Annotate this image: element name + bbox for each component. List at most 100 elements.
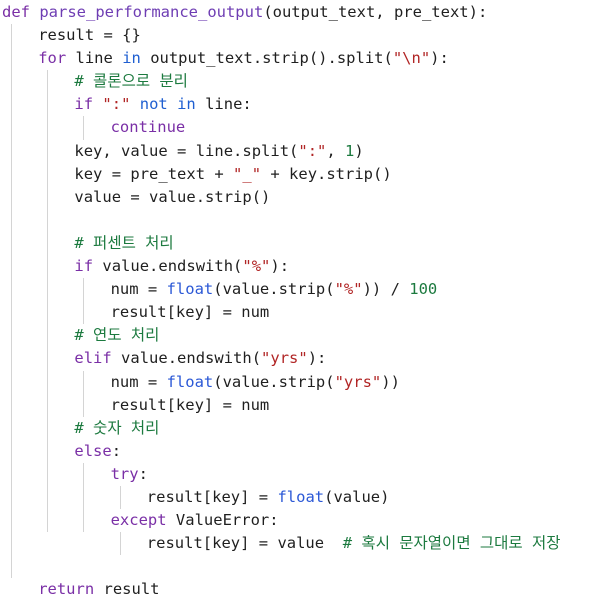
code-line: result[key] = float(value) [0,485,610,510]
indent-guide [11,370,12,394]
code-token: "yrs" [261,349,308,368]
indent-guide [83,462,85,486]
code-token: result [94,580,160,599]
code-text: num = float(value.strip("yrs")) [111,371,400,394]
code-token: (output_text, pre_text): [263,3,488,21]
code-line: if ":" not in line: [0,93,610,117]
code-token: continue [110,118,186,137]
code-token: return [38,580,95,599]
code-token: line: [195,95,252,114]
code-token: value.endswith( [111,349,262,368]
code-token: ":" [102,95,131,114]
code-line [0,555,610,579]
code-line: else: [0,439,610,463]
indent-guide [11,70,12,94]
indent-guide [47,278,49,302]
code-token: float [166,372,214,391]
indent-guide [11,93,12,117]
code-token: in [122,49,141,68]
code-text: # 콜론으로 분리 [74,70,188,93]
code-text: num = float(value.strip("%")) / 100 [111,278,438,301]
code-text: result[key] = value # 혹시 문자열이면 그대로 저장 [147,532,561,555]
code-line: elif value.endswith("yrs"): [0,347,610,371]
code-token: key, value = line.split( [74,141,299,160]
code-token: output_text.strip().split( [140,49,393,68]
code-line: num = float(value.strip("yrs")) [0,370,610,394]
code-text: def parse_performance_output(output_text… [2,1,487,24]
code-token: else [74,441,112,460]
code-token: num = [110,372,167,391]
code-line: result[key] = value # 혹시 문자열이면 그대로 저장 [0,532,610,556]
indent-guide [11,208,12,232]
code-token: # 콜론으로 분리 [74,72,188,91]
code-token: )) [381,372,400,391]
code-token: try [110,464,139,483]
code-line: return result [0,578,610,601]
code-line: if value.endswith("%"): [0,255,610,279]
indent-guide [47,347,49,371]
code-text: else: [74,440,121,463]
indent-guide [11,231,12,256]
indent-guide [47,324,49,348]
code-token: value = value.strip() [74,187,271,206]
code-line: # 콜론으로 분리 [0,70,610,94]
indent-guide [11,139,12,163]
code-text: key = pre_text + "_" + key.strip() [74,163,391,186]
indent-guide [47,116,49,140]
code-token: float [166,280,214,299]
code-line: # 숫자 처리 [0,416,610,440]
code-token: parse_performance_output [39,3,264,21]
code-token: (value.strip( [213,372,335,391]
indent-guide [47,485,49,510]
code-token: "yrs" [334,372,382,391]
indent-guide [11,347,12,371]
indent-guide [47,70,49,94]
code-token: result[key] = value [146,534,343,553]
code-token: ) [354,141,364,160]
code-line: key = pre_text + "_" + key.strip() [0,162,610,186]
code-token: def [2,3,30,21]
indent-guide [119,532,121,556]
code-editor[interactable]: def parse_performance_output(output_text… [0,0,610,607]
code-token: )) / [362,280,410,299]
indent-guide [11,462,12,486]
indent-guide [11,509,12,533]
code-line: # 연도 처리 [0,324,610,348]
code-line: value = value.strip() [0,185,610,209]
code-token: (value.strip( [213,280,335,299]
code-token: (value) [324,487,390,506]
indent-guide [47,255,49,279]
code-text: key, value = line.split(":", 1) [74,140,363,163]
code-token: # 연도 처리 [74,326,160,345]
code-line: # 퍼센트 처리 [0,231,610,256]
indent-guide [83,393,85,417]
code-line: key, value = line.split(":", 1) [0,139,610,163]
code-line: for line in output_text.strip().split("\… [0,47,610,71]
code-token: "%" [242,257,271,276]
indent-guide [47,439,49,463]
indent-guide [47,139,49,163]
indent-guide [11,301,12,325]
code-token: result[key] = [146,487,278,506]
code-text: result[key] = num [111,301,270,324]
code-token: ): [307,349,327,368]
code-token: result[key] = num [110,395,270,414]
indent-guide [47,301,49,325]
code-token: num = [110,280,167,299]
code-token: float [277,487,325,506]
indent-guide [11,555,12,579]
code-line: result = {} [0,24,610,48]
indent-guide [83,278,85,302]
code-token: 100 [409,280,438,299]
indent-guide [47,416,49,440]
code-text: for line in output_text.strip().split("\… [38,47,449,70]
code-token: in [177,95,196,114]
indent-guide [11,116,12,140]
code-token: result[key] = num [110,303,270,322]
code-token: result = {} [38,26,141,45]
code-line: try: [0,462,610,486]
code-text: try: [111,463,148,486]
